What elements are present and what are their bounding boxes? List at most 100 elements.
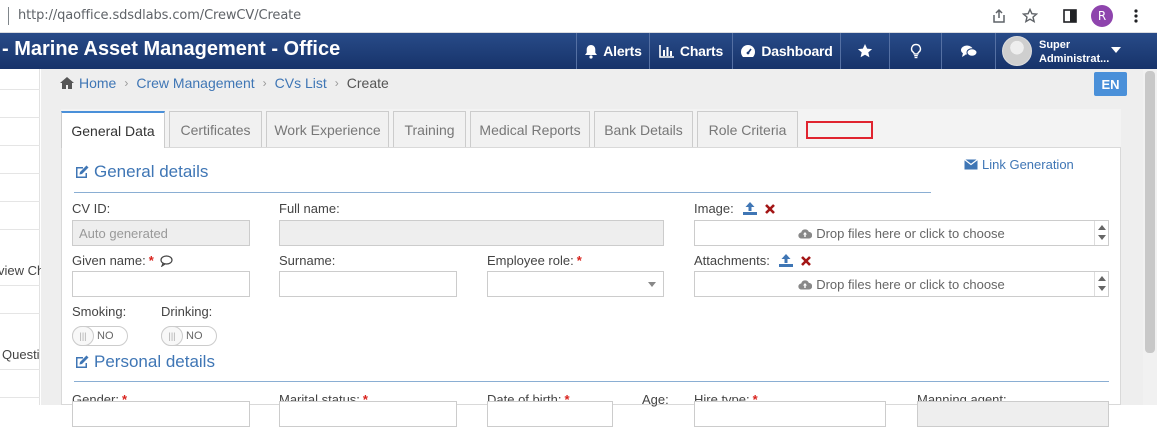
smoking-toggle[interactable]: ||| NO	[72, 326, 128, 346]
drinking-toggle[interactable]: ||| NO	[161, 326, 217, 346]
employee-role-select[interactable]	[487, 271, 664, 297]
alerts-button[interactable]: Alerts	[576, 33, 649, 69]
attachments-dropzone[interactable]: Drop files here or click to choose	[694, 271, 1109, 297]
breadcrumb-chevron-icon: ›	[262, 76, 267, 90]
form-card: General details Link Generation CV ID: A…	[61, 147, 1121, 427]
required-mark: *	[576, 253, 582, 268]
breadcrumb-chevron-icon: ›	[124, 76, 129, 90]
more-menu-icon[interactable]	[1126, 6, 1146, 26]
bell-icon	[584, 44, 598, 59]
given-name-label-row: Given name: *	[72, 253, 173, 268]
envelope-icon	[964, 159, 978, 170]
personal-details-heading: Personal details	[74, 352, 215, 372]
side-panel-icon[interactable]	[1060, 6, 1080, 26]
general-details-title: General details	[94, 162, 209, 181]
upload-icon[interactable]	[742, 201, 758, 216]
dashboard-label: Dashboard	[761, 43, 833, 59]
upload-icon[interactable]	[778, 253, 794, 268]
employee-role-label-row: Employee role: *	[487, 253, 582, 268]
dashboard-button[interactable]: Dashboard	[732, 33, 840, 69]
image-dropzone[interactable]: Drop files here or click to choose	[694, 220, 1109, 246]
chat-button[interactable]	[941, 33, 995, 69]
toggle-grip-icon: |||	[161, 326, 183, 346]
given-name-label: Given name:	[72, 253, 146, 268]
sidebar: view Ch Questi	[0, 69, 44, 405]
caret-down-icon	[1111, 47, 1121, 53]
edit-icon	[74, 354, 90, 370]
sidebar-divider	[0, 145, 40, 146]
image-label: Image:	[694, 201, 734, 216]
tab-role-criteria[interactable]: Role Criteria	[697, 111, 798, 147]
image-dropzone-text: Drop files here or click to choose	[816, 225, 1005, 241]
user-menu[interactable]: Super Administrat...	[995, 33, 1157, 69]
language-button[interactable]: EN	[1094, 72, 1127, 96]
tab-certificates[interactable]: Certificates	[169, 111, 262, 147]
app-header: - Marine Asset Management - Office Alert…	[0, 33, 1157, 69]
smoking-label: Smoking:	[72, 304, 127, 319]
full-name-label: Full name:	[279, 201, 340, 216]
favorites-button[interactable]	[840, 33, 889, 69]
scrollbar-thumb[interactable]	[1145, 71, 1155, 353]
tips-button[interactable]	[889, 33, 941, 69]
drinking-toggle-text: NO	[186, 330, 203, 342]
full-name-field[interactable]	[279, 220, 664, 246]
address-bar[interactable]: http://qaoffice.sdsdlabs.com/CrewCV/Crea…	[18, 8, 301, 23]
bookmark-star-icon[interactable]	[1020, 6, 1040, 26]
address-separator	[8, 7, 9, 25]
highlight-marker	[806, 121, 873, 139]
sidebar-divider	[0, 89, 40, 90]
sidebar-divider	[0, 313, 40, 314]
breadcrumb-home[interactable]: Home	[79, 75, 116, 91]
tab-general-data[interactable]: General Data	[61, 111, 165, 148]
page-scrollbar[interactable]	[1143, 69, 1157, 405]
attachments-label-row: Attachments:	[694, 253, 812, 268]
cloud-upload-icon	[798, 228, 813, 239]
lightbulb-icon	[910, 43, 922, 59]
share-icon[interactable]	[989, 6, 1009, 26]
required-mark: *	[148, 253, 154, 268]
chevron-down-icon	[648, 282, 656, 287]
surname-label: Surname:	[279, 253, 336, 268]
smoking-toggle-text: NO	[97, 330, 114, 342]
dropzone-spinner[interactable]	[1094, 221, 1108, 245]
comment-icon[interactable]	[160, 254, 173, 267]
remove-icon[interactable]	[764, 203, 776, 215]
tab-training[interactable]: Training	[393, 111, 466, 147]
cv-id-field[interactable]: Auto generated	[72, 220, 250, 246]
home-icon[interactable]	[59, 76, 75, 90]
app-title: - Marine Asset Management - Office	[2, 38, 341, 60]
sidebar-divider	[0, 285, 40, 286]
profile-avatar[interactable]: R	[1091, 5, 1113, 27]
link-generation-button[interactable]: Link Generation	[964, 157, 1074, 172]
drinking-label: Drinking:	[161, 304, 213, 319]
user-name-line2: Administrat...	[1039, 53, 1110, 65]
user-avatar	[1002, 36, 1032, 66]
dashboard-gauge-icon	[740, 44, 756, 58]
main-content: Home › Crew Management › CVs List › Crea…	[41, 69, 1143, 427]
cv-form-panel: General Data Certificates Work Experienc…	[61, 109, 1121, 427]
chat-bubbles-icon	[960, 44, 978, 59]
surname-field[interactable]	[279, 271, 457, 297]
dropzone-spinner[interactable]	[1094, 272, 1108, 296]
tab-medical-reports[interactable]: Medical Reports	[470, 111, 590, 147]
attachments-label: Attachments:	[694, 253, 770, 268]
sidebar-divider	[0, 173, 40, 174]
toggle-grip-icon: |||	[72, 326, 94, 346]
breadcrumb-chevron-icon: ›	[334, 76, 339, 90]
given-name-field[interactable]	[72, 271, 250, 297]
image-label-row: Image:	[694, 201, 776, 216]
employee-role-label: Employee role:	[487, 253, 574, 268]
remove-icon[interactable]	[800, 255, 812, 267]
tab-work-experience[interactable]: Work Experience	[266, 111, 389, 147]
sidebar-divider	[0, 397, 40, 398]
breadcrumb-crew-management[interactable]: Crew Management	[136, 75, 254, 91]
star-icon	[857, 43, 873, 59]
sidebar-item-questionnaires[interactable]: Questi	[2, 347, 40, 362]
attachments-dropzone-text: Drop files here or click to choose	[816, 276, 1005, 292]
user-name: Super Administrat...	[1039, 38, 1109, 66]
tab-bank-details[interactable]: Bank Details	[594, 111, 693, 147]
charts-button[interactable]: Charts	[649, 33, 732, 69]
sidebar-item-review-charts[interactable]: view Ch	[0, 263, 44, 278]
breadcrumb-cvs-list[interactable]: CVs List	[275, 75, 327, 91]
personal-details-title: Personal details	[94, 352, 215, 371]
